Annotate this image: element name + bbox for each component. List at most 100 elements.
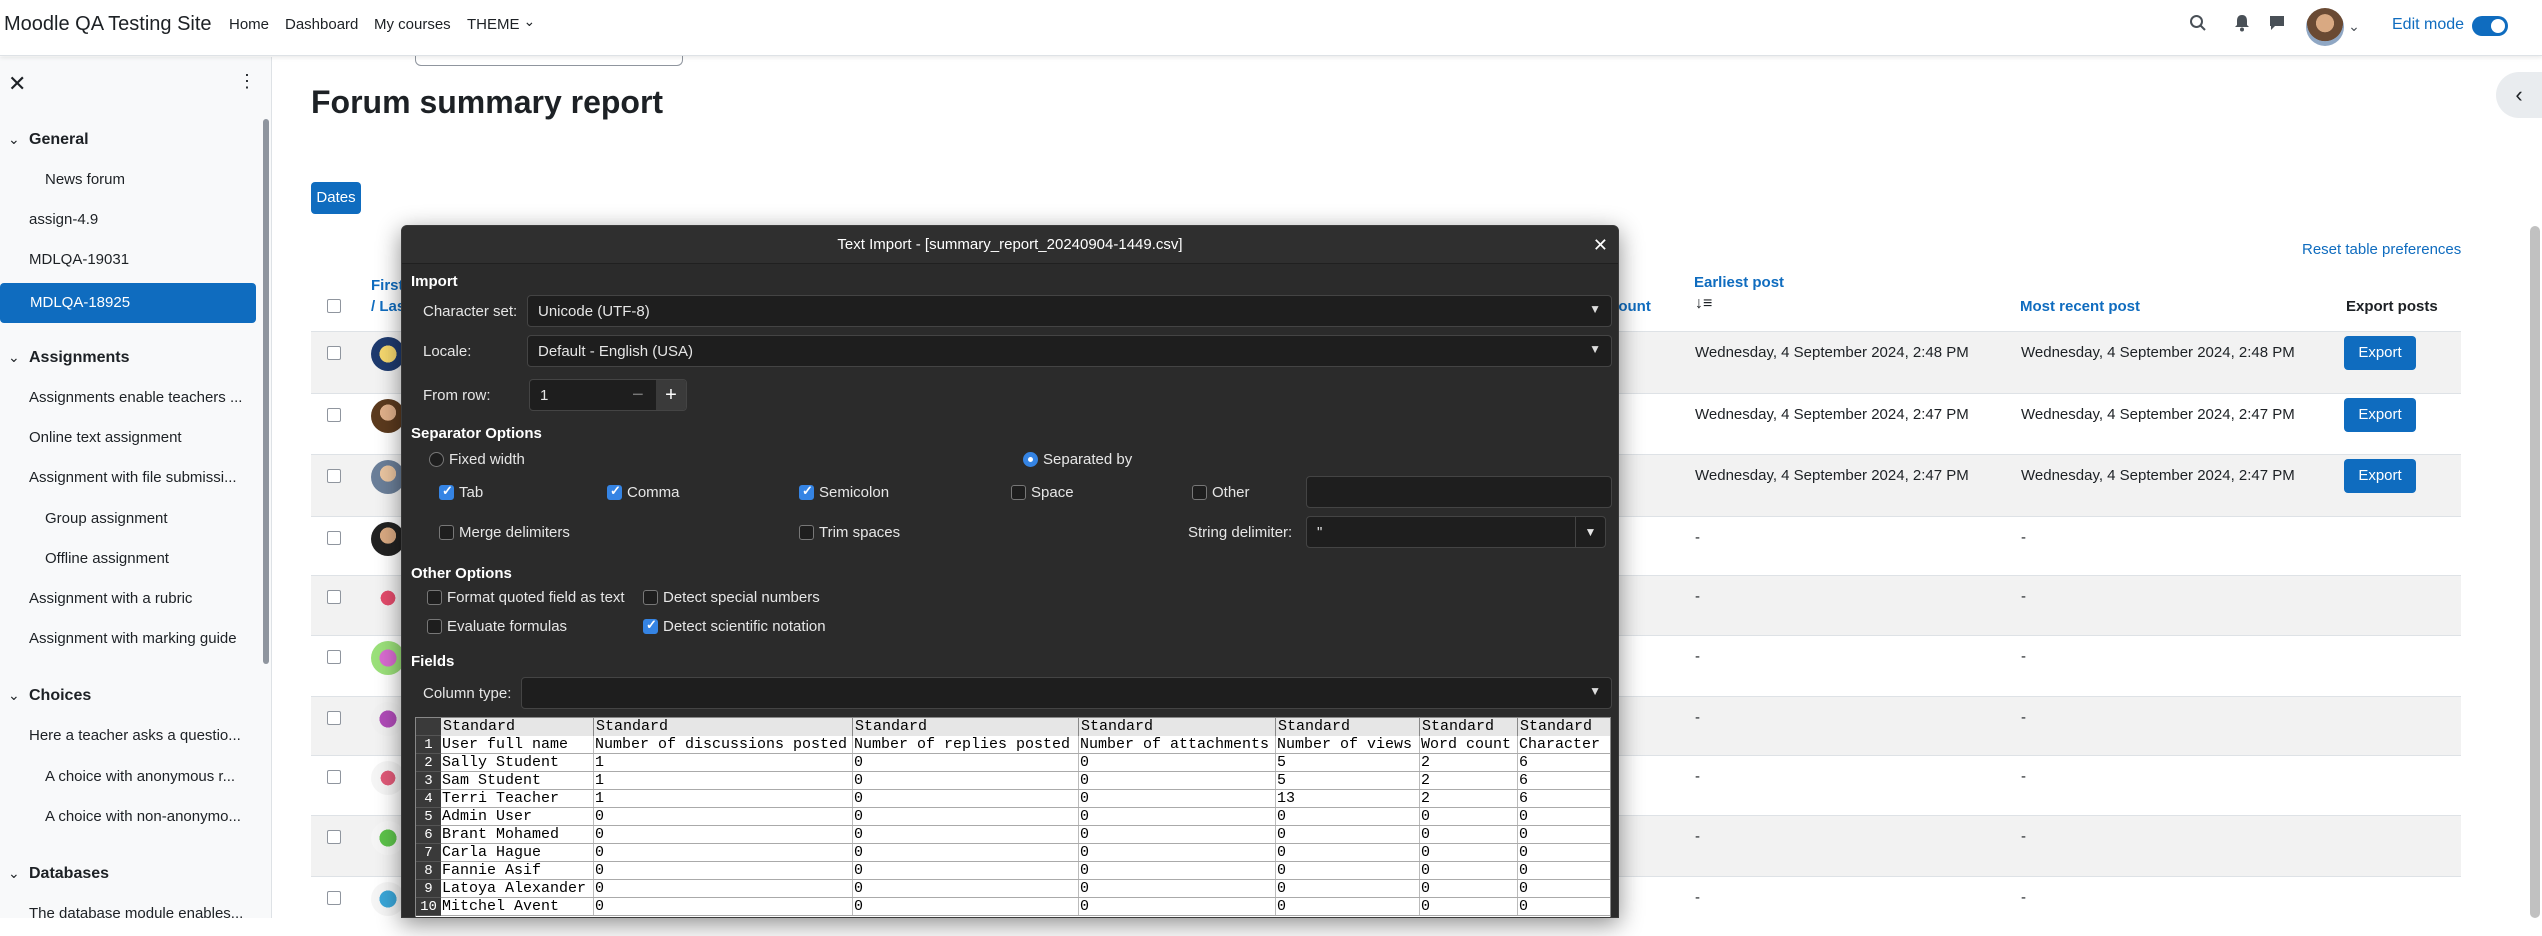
- chevron-left-icon[interactable]: ‹: [2496, 72, 2542, 118]
- grid-cell[interactable]: 0: [853, 772, 1079, 790]
- evaluate-formulas-checkbox[interactable]: [427, 619, 442, 634]
- sidebar-item-choice-question[interactable]: Here a teacher asks a questio...: [29, 727, 249, 744]
- grid-cell[interactable]: 0: [1518, 826, 1610, 844]
- grid-cell[interactable]: 0: [1420, 862, 1518, 880]
- grid-cell[interactable]: Number of discussions posted: [594, 736, 853, 754]
- grid-cell[interactable]: 0: [1420, 880, 1518, 898]
- edit-mode-toggle[interactable]: [2472, 16, 2508, 36]
- grid-cell[interactable]: 0: [1518, 844, 1610, 862]
- grid-cell[interactable]: 0: [1420, 844, 1518, 862]
- user-avatar[interactable]: [2306, 8, 2344, 46]
- grid-cell[interactable]: 0: [853, 754, 1079, 772]
- edit-mode-label[interactable]: Edit mode: [2392, 16, 2464, 34]
- row-checkbox[interactable]: [327, 830, 341, 844]
- grid-cell[interactable]: Number of views: [1276, 736, 1420, 754]
- grid-cell[interactable]: 0: [853, 808, 1079, 826]
- grid-cell[interactable]: 1: [594, 772, 853, 790]
- user-avatar[interactable]: [371, 761, 405, 795]
- semicolon-checkbox[interactable]: [799, 483, 814, 500]
- grid-cell[interactable]: 5: [1276, 754, 1420, 772]
- col-earliest-post[interactable]: Earliest post: [1694, 274, 1784, 291]
- messages-icon[interactable]: [2265, 14, 2289, 38]
- grid-cell[interactable]: 0: [1276, 898, 1420, 916]
- grid-cell[interactable]: 0: [853, 862, 1079, 880]
- sort-ascending-icon[interactable]: ↓≡: [1695, 295, 1712, 313]
- grid-cell[interactable]: 0: [853, 898, 1079, 916]
- fixed-width-radio[interactable]: [429, 452, 444, 467]
- grid-cell[interactable]: 0: [1276, 862, 1420, 880]
- sidebar-item-choice-non-anonymous[interactable]: A choice with non-anonymo...: [45, 808, 250, 825]
- grid-column-type-header[interactable]: Standard: [1420, 718, 1518, 736]
- comma-checkbox[interactable]: [607, 483, 622, 500]
- row-checkbox[interactable]: [327, 650, 341, 664]
- grid-column-type-header[interactable]: Standard: [1079, 718, 1276, 736]
- dropdown-arrow-icon[interactable]: ▼: [1575, 517, 1605, 547]
- grid-cell[interactable]: 0: [1276, 826, 1420, 844]
- user-avatar[interactable]: [371, 337, 405, 371]
- sidebar-scrollbar[interactable]: [263, 119, 269, 664]
- user-avatar[interactable]: [371, 821, 405, 855]
- page-scrollbar[interactable]: [2530, 226, 2540, 918]
- grid-cell[interactable]: 0: [594, 898, 853, 916]
- other-checkbox[interactable]: [1192, 485, 1207, 500]
- plus-icon[interactable]: +: [656, 380, 686, 410]
- site-name[interactable]: Moodle QA Testing Site: [4, 13, 212, 36]
- grid-cell[interactable]: 0: [1079, 754, 1276, 772]
- other-separator-input[interactable]: [1306, 476, 1612, 508]
- grid-cell[interactable]: Sally Student: [441, 754, 594, 772]
- row-checkbox[interactable]: [327, 711, 341, 725]
- nav-theme[interactable]: THEME: [467, 16, 535, 33]
- tab-label[interactable]: Tab: [459, 484, 483, 501]
- grid-cell[interactable]: 0: [1079, 862, 1276, 880]
- col-first-name[interactable]: First: [371, 277, 404, 294]
- user-avatar[interactable]: [371, 702, 405, 736]
- col-most-recent-post[interactable]: Most recent post: [2020, 298, 2140, 315]
- grid-cell[interactable]: 0: [1079, 880, 1276, 898]
- nav-my-courses[interactable]: My courses: [374, 16, 451, 33]
- grid-cell[interactable]: 0: [594, 862, 853, 880]
- grid-column-type-header[interactable]: Standard: [441, 718, 594, 736]
- grid-cell[interactable]: 0: [1276, 808, 1420, 826]
- grid-cell[interactable]: 2: [1420, 754, 1518, 772]
- user-avatar[interactable]: [371, 399, 405, 433]
- evaluate-formulas-label[interactable]: Evaluate formulas: [447, 618, 567, 635]
- grid-cell[interactable]: 0: [1420, 808, 1518, 826]
- grid-cell[interactable]: 0: [1079, 844, 1276, 862]
- merge-delimiters-checkbox[interactable]: [439, 525, 454, 540]
- row-checkbox[interactable]: [327, 770, 341, 784]
- chevron-down-icon[interactable]: ⌄: [2342, 14, 2366, 38]
- from-row-value[interactable]: 1: [540, 387, 548, 404]
- grid-cell[interactable]: Word count: [1420, 736, 1518, 754]
- import-preview-grid[interactable]: Standard Standard Standard Standard Standard…: [415, 717, 1611, 917]
- fixed-width-label[interactable]: Fixed width: [449, 451, 525, 468]
- grid-cell[interactable]: 13: [1276, 790, 1420, 808]
- space-checkbox[interactable]: [1011, 485, 1026, 500]
- sidebar-item-assign-4-9[interactable]: assign-4.9: [29, 211, 271, 228]
- export-button[interactable]: Export: [2344, 459, 2416, 493]
- row-checkbox[interactable]: [327, 346, 341, 360]
- grid-cell[interactable]: 0: [1276, 844, 1420, 862]
- grid-cell[interactable]: 0: [594, 880, 853, 898]
- separated-by-label[interactable]: Separated by: [1043, 451, 1132, 468]
- comma-label[interactable]: Comma: [627, 484, 680, 501]
- grid-cell[interactable]: 1: [594, 754, 853, 772]
- sidebar-item-group-assignment[interactable]: Group assignment: [45, 510, 271, 527]
- grid-cell[interactable]: Number of replies posted: [853, 736, 1079, 754]
- trim-spaces-label[interactable]: Trim spaces: [819, 524, 900, 541]
- grid-cell[interactable]: 2: [1420, 772, 1518, 790]
- user-avatar[interactable]: [371, 522, 405, 556]
- row-checkbox[interactable]: [327, 590, 341, 604]
- other-label[interactable]: Other: [1212, 484, 1250, 501]
- grid-cell[interactable]: 0: [1420, 898, 1518, 916]
- user-avatar[interactable]: [371, 641, 405, 675]
- grid-cell[interactable]: 0: [1276, 880, 1420, 898]
- nav-dashboard[interactable]: Dashboard: [285, 16, 358, 33]
- grid-cell[interactable]: 0: [853, 826, 1079, 844]
- sidebar-item-marking-guide[interactable]: Assignment with marking guide: [29, 630, 271, 647]
- grid-cell[interactable]: Sam Student: [441, 772, 594, 790]
- select-all-checkbox[interactable]: [327, 299, 341, 313]
- row-checkbox[interactable]: [327, 891, 341, 905]
- grid-cell[interactable]: 1: [594, 790, 853, 808]
- grid-cell[interactable]: 0: [1518, 898, 1610, 916]
- export-button[interactable]: Export: [2344, 336, 2416, 370]
